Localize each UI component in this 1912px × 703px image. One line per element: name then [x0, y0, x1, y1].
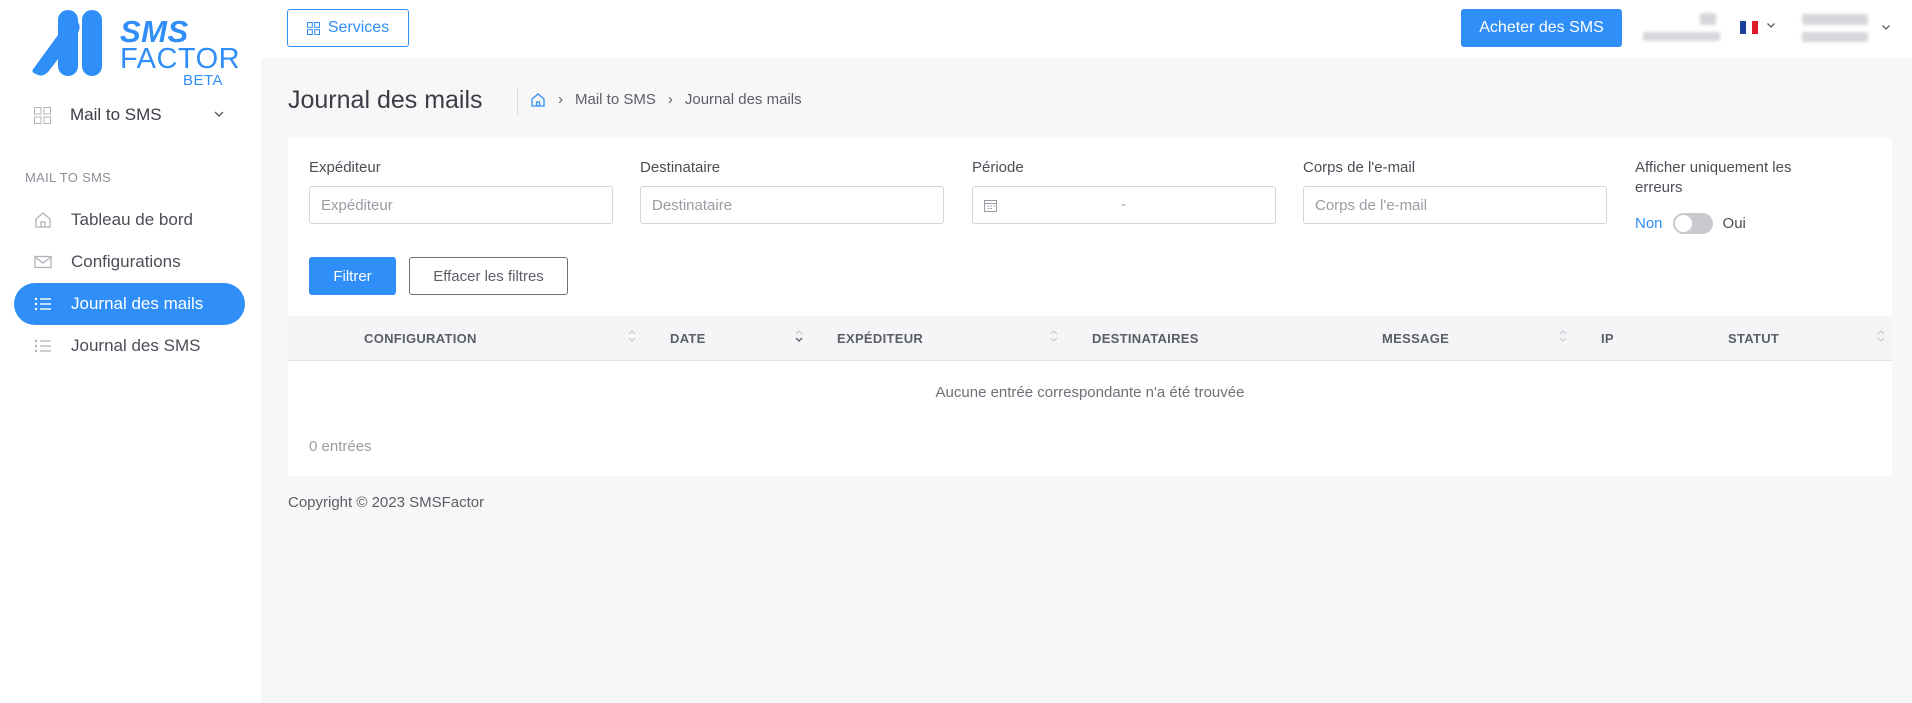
errors-only-label-line2: erreurs: [1635, 179, 1683, 196]
entries-count: 0 entrées: [309, 438, 372, 455]
credit-balance-redacted: [1643, 32, 1720, 41]
sidebar-section-title: MAIL TO SMS: [25, 170, 112, 185]
table-header: CONFIGURATION DATE EXPÉDITEUR DESTINATAI…: [288, 316, 1892, 361]
clear-filters-button[interactable]: Effacer les filtres: [409, 257, 568, 295]
title-divider: [517, 88, 518, 115]
sidebar-item-configurations[interactable]: Configurations: [14, 241, 245, 283]
toggle-knob: [1674, 215, 1692, 232]
envelope-icon: [34, 255, 52, 269]
sidebar-item-label: Journal des SMS: [71, 336, 201, 355]
errors-only-label: Afficher uniquement les erreurs: [1635, 158, 1791, 198]
sort-icon[interactable]: [1050, 329, 1058, 343]
period-label: Période: [972, 159, 1024, 176]
column-header-date[interactable]: DATE: [670, 316, 706, 361]
column-header-status[interactable]: STATUT: [1728, 316, 1779, 361]
calendar-icon: [984, 199, 997, 212]
user-account-redacted: [1802, 32, 1868, 42]
column-header-ip: IP: [1601, 331, 1614, 346]
recipient-input[interactable]: [640, 186, 944, 224]
breadcrumb-mail-to-sms[interactable]: Mail to SMS: [575, 91, 656, 108]
language-flag-fr[interactable]: [1740, 21, 1758, 34]
list-icon: [34, 339, 51, 353]
sidebar-item-label: Tableau de bord: [71, 210, 193, 229]
email-body-label: Corps de l'e-mail: [1303, 159, 1416, 176]
journal-card: Expéditeur Destinataire Période - Corps …: [288, 138, 1892, 476]
smsfactor-logo[interactable]: SMS FACTOR BETA: [28, 8, 240, 89]
sort-icon[interactable]: [628, 329, 636, 343]
credit-icon-redacted: [1700, 13, 1716, 25]
recipient-label: Destinataire: [640, 159, 721, 176]
sidebar-item-label: Journal des mails: [71, 294, 204, 313]
list-icon: [34, 297, 51, 311]
period-date-range-input[interactable]: -: [972, 186, 1276, 224]
top-bar: [261, 0, 1912, 58]
sort-descending-icon[interactable]: [795, 329, 803, 343]
sender-input[interactable]: [309, 186, 613, 224]
beta-badge: BETA: [183, 72, 224, 89]
module-dropdown-label: Mail to SMS: [70, 105, 162, 124]
toggle-on-label: Oui: [1722, 215, 1746, 232]
table-empty-message: Aucune entrée correspondante n'a été tro…: [935, 384, 1245, 401]
toggle-off-label: Non: [1635, 215, 1663, 232]
column-header-recipients: DESTINATAIRES: [1092, 331, 1199, 346]
module-dropdown[interactable]: Mail to SMS: [34, 102, 230, 128]
services-button[interactable]: Services: [287, 9, 409, 47]
grid-icon: [34, 106, 51, 124]
services-button-label: Services: [327, 19, 390, 36]
chevron-down-icon: [214, 111, 224, 117]
copyright: Copyright © 2023 SMSFactor: [288, 494, 485, 511]
sidebar: SMS FACTOR BETA Mail to SMS MAIL TO SMS …: [0, 0, 261, 703]
sort-icon[interactable]: [1559, 329, 1567, 343]
breadcrumb-separator: ›: [667, 91, 673, 108]
sidebar-item-tableau-de-bord[interactable]: Tableau de bord: [14, 199, 245, 241]
user-name-redacted: [1802, 14, 1868, 25]
period-separator: -: [1121, 196, 1126, 213]
page-title: Journal des mails: [288, 86, 483, 114]
email-body-input[interactable]: [1303, 186, 1607, 224]
grid-icon: [306, 21, 320, 35]
buy-sms-button[interactable]: Acheter des SMS: [1461, 9, 1622, 47]
sidebar-item-journal-des-sms[interactable]: Journal des SMS: [14, 325, 245, 367]
column-header-configuration[interactable]: CONFIGURATION: [364, 316, 477, 361]
filter-button[interactable]: Filtrer: [309, 257, 396, 295]
home-icon[interactable]: [530, 92, 546, 108]
errors-only-toggle[interactable]: [1672, 213, 1713, 234]
breadcrumb-separator: ›: [558, 91, 563, 108]
column-header-sender[interactable]: EXPÉDITEUR: [837, 316, 923, 361]
sender-label: Expéditeur: [309, 159, 381, 176]
sort-icon[interactable]: [1877, 329, 1885, 343]
errors-only-toggle-row: Non Oui: [1635, 213, 1746, 234]
logo-mark: [32, 10, 102, 76]
chevron-down-icon[interactable]: [1881, 22, 1891, 32]
breadcrumb-current: Journal des mails: [684, 91, 802, 108]
breadcrumb: › Mail to SMS › Journal des mails: [530, 91, 802, 108]
errors-only-label-line1: Afficher uniquement les: [1635, 159, 1792, 176]
sidebar-item-journal-des-mails[interactable]: Journal des mails: [14, 283, 245, 325]
sidebar-item-label: Configurations: [71, 252, 181, 271]
column-header-message[interactable]: MESSAGE: [1382, 316, 1449, 361]
home-icon: [35, 212, 51, 228]
chevron-down-icon[interactable]: [1766, 20, 1776, 30]
